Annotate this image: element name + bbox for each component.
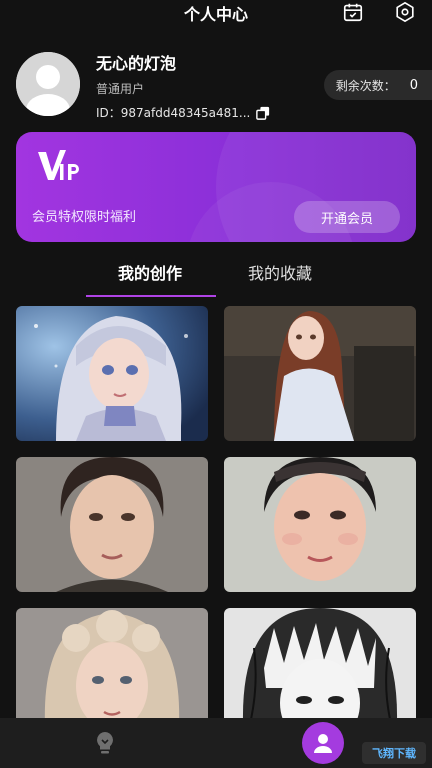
remaining-count: 0 [409, 77, 418, 93]
user-id-row: ID：987afdd48345a481... [96, 104, 270, 121]
user-icon [314, 734, 332, 753]
gallery-item-3[interactable] [16, 457, 208, 592]
watermark-logo: 飞翔下载 [362, 742, 426, 764]
gallery-item-4[interactable] [224, 457, 416, 592]
lightbulb-icon[interactable] [92, 730, 118, 756]
copy-icon[interactable] [256, 106, 270, 120]
gallery-item-1[interactable] [16, 306, 208, 441]
settings-icon[interactable] [394, 1, 416, 23]
creation-gallery [16, 306, 416, 718]
remaining-label: 剩余次数： [335, 78, 396, 93]
tab-my-favorites[interactable]: 我的收藏 [248, 260, 312, 284]
gallery-item-6[interactable] [224, 608, 416, 718]
username: 无心的灯泡 [96, 54, 177, 73]
remaining-count-badge: 剩余次数： 0 [323, 70, 432, 100]
profile-section: 无心的灯泡 普通用户 ID：987afdd48345a481... 剩余次数： … [0, 44, 432, 128]
calendar-icon[interactable] [342, 1, 364, 23]
vip-banner[interactable]: 会员特权限时福利 开通会员 [16, 132, 416, 242]
gallery-item-2[interactable] [224, 306, 416, 441]
active-tab-indicator [86, 295, 216, 297]
user-id: ID：987afdd48345a481... [96, 106, 251, 120]
vip-tagline: 会员特权限时福利 [32, 210, 137, 225]
gallery-item-5[interactable] [16, 608, 208, 718]
nav-profile-button[interactable] [302, 722, 344, 764]
avatar[interactable] [16, 52, 80, 116]
tab-my-creations[interactable]: 我的创作 [118, 260, 182, 284]
open-vip-button[interactable]: 开通会员 [294, 201, 400, 233]
vip-logo [36, 146, 86, 186]
content-tabs: 我的创作 我的收藏 [0, 260, 432, 300]
page-title: 个人中心 [183, 5, 248, 24]
top-bar: 个人中心 [0, 0, 432, 26]
user-type: 普通用户 [96, 82, 145, 96]
